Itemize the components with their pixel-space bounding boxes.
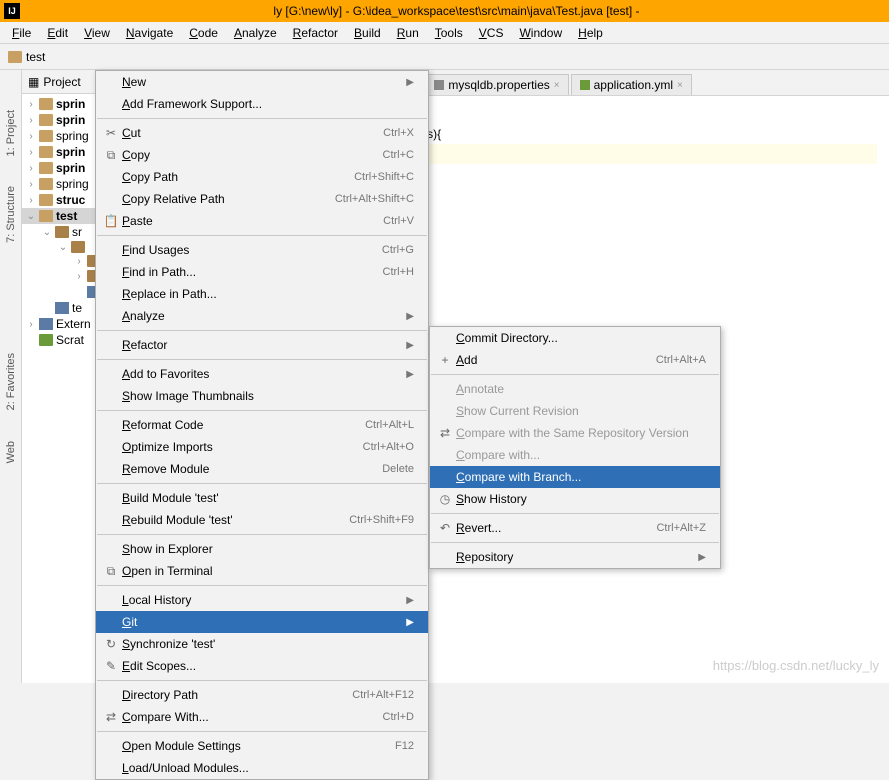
watermark: https://blog.csdn.net/lucky_ly (713, 658, 879, 673)
menu-view[interactable]: View (76, 24, 118, 42)
breadcrumb-bar: test (0, 44, 889, 70)
menu-item[interactable]: ↻Synchronize 'test' (96, 633, 428, 655)
menu-item[interactable]: Rebuild Module 'test'Ctrl+Shift+F9 (96, 509, 428, 531)
context-menu-main[interactable]: New▶Add Framework Support... ✂CutCtrl+X⧉C… (95, 70, 429, 780)
gutter-web[interactable]: Web (5, 441, 17, 463)
menu-item[interactable]: Commit Directory... (430, 327, 720, 349)
menu-item[interactable]: Optimize ImportsCtrl+Alt+O (96, 436, 428, 458)
menu-item[interactable]: Find UsagesCtrl+G (96, 239, 428, 261)
menu-item[interactable]: Copy Relative PathCtrl+Alt+Shift+C (96, 188, 428, 210)
gutter-favorites[interactable]: 2: Favorites (5, 353, 17, 410)
menu-item[interactable]: ⧉CopyCtrl+C (96, 144, 428, 166)
menu-item[interactable]: Replace in Path... (96, 283, 428, 305)
menu-item[interactable]: ⧉Open in Terminal (96, 560, 428, 582)
menu-item[interactable]: Show in Explorer (96, 538, 428, 560)
menu-item[interactable]: Local History▶ (96, 589, 428, 611)
menu-edit[interactable]: Edit (39, 24, 76, 42)
menu-item[interactable]: Load/Unload Modules... (96, 757, 428, 779)
menu-item[interactable]: Open Module SettingsF12 (96, 735, 428, 757)
menu-item[interactable]: Repository▶ (430, 546, 720, 568)
menu-item[interactable]: Add Framework Support... (96, 93, 428, 115)
menu-item[interactable]: Compare with Branch... (430, 466, 720, 488)
context-menu-git[interactable]: Commit Directory...+AddCtrl+Alt+A Annotat… (429, 326, 721, 569)
menu-run[interactable]: Run (389, 24, 427, 42)
menu-navigate[interactable]: Navigate (118, 24, 181, 42)
menu-item[interactable]: New▶ (96, 71, 428, 93)
menu-item: ⇄Compare with the Same Repository Versio… (430, 422, 720, 444)
menu-item[interactable]: Reformat CodeCtrl+Alt+L (96, 414, 428, 436)
left-gutter: 1: Project 7: Structure 2: Favorites Web (0, 70, 22, 683)
app-icon: IJ (4, 3, 20, 19)
editor-tab[interactable]: application.yml× (571, 74, 692, 95)
menu-bar: FileEditViewNavigateCodeAnalyzeRefactorB… (0, 22, 889, 44)
folder-icon (8, 51, 22, 63)
menu-code[interactable]: Code (181, 24, 226, 42)
menu-item[interactable]: ◷Show History (430, 488, 720, 510)
menu-item[interactable]: Refactor▶ (96, 334, 428, 356)
menu-help[interactable]: Help (570, 24, 611, 42)
menu-build[interactable]: Build (346, 24, 389, 42)
menu-item[interactable]: Analyze▶ (96, 305, 428, 327)
menu-item[interactable]: 📋PasteCtrl+V (96, 210, 428, 232)
menu-item[interactable]: Remove ModuleDelete (96, 458, 428, 480)
menu-tools[interactable]: Tools (427, 24, 471, 42)
menu-window[interactable]: Window (511, 24, 570, 42)
menu-item: Compare with... (430, 444, 720, 466)
menu-item[interactable]: ⇄Compare With...Ctrl+D (96, 706, 428, 728)
title-bar: IJ ly [G:\new\ly] - G:\idea_workspace\te… (0, 0, 889, 22)
menu-analyze[interactable]: Analyze (226, 24, 285, 42)
menu-file[interactable]: File (4, 24, 39, 42)
window-title: ly [G:\new\ly] - G:\idea_workspace\test\… (28, 4, 885, 18)
menu-item: Annotate (430, 378, 720, 400)
menu-item[interactable]: Add to Favorites▶ (96, 363, 428, 385)
gutter-project[interactable]: 1: Project (5, 110, 17, 156)
gutter-structure[interactable]: 7: Structure (5, 186, 17, 243)
menu-item[interactable]: Copy PathCtrl+Shift+C (96, 166, 428, 188)
menu-item[interactable]: +AddCtrl+Alt+A (430, 349, 720, 371)
editor-tab[interactable]: mysqldb.properties× (425, 74, 568, 95)
menu-vcs[interactable]: VCS (471, 24, 512, 42)
menu-item[interactable]: Git▶ (96, 611, 428, 633)
menu-item[interactable]: Show Image Thumbnails (96, 385, 428, 407)
menu-item[interactable]: Build Module 'test' (96, 487, 428, 509)
menu-item[interactable]: ↶Revert...Ctrl+Alt+Z (430, 517, 720, 539)
menu-item: Show Current Revision (430, 400, 720, 422)
breadcrumb[interactable]: test (26, 50, 45, 64)
menu-item[interactable]: ✂CutCtrl+X (96, 122, 428, 144)
menu-item[interactable]: Find in Path...Ctrl+H (96, 261, 428, 283)
close-icon[interactable]: × (677, 80, 683, 91)
menu-refactor[interactable]: Refactor (285, 24, 346, 42)
close-icon[interactable]: × (554, 80, 560, 91)
menu-item[interactable]: Directory PathCtrl+Alt+F12 (96, 684, 428, 706)
menu-item[interactable]: ✎Edit Scopes... (96, 655, 428, 677)
